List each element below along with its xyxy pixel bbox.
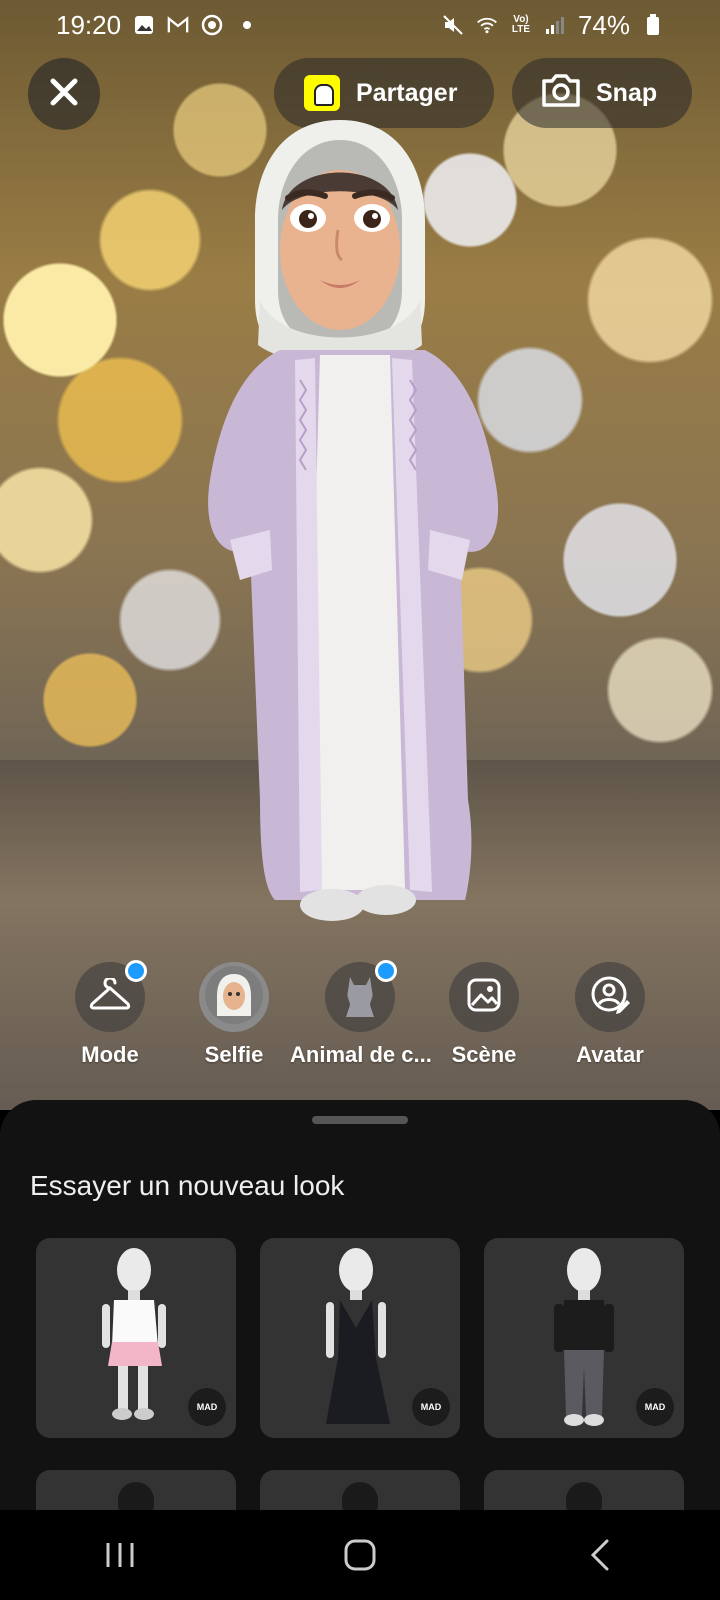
recent-apps-button[interactable]	[80, 1525, 160, 1585]
avatar-edit-icon	[589, 974, 631, 1021]
back-button[interactable]	[560, 1525, 640, 1585]
feature-avatar[interactable]: Avatar	[540, 962, 680, 1068]
pet-icon	[340, 971, 380, 1024]
feature-scene[interactable]: Scène	[414, 962, 554, 1068]
home-icon	[344, 1539, 376, 1571]
avatar-edit-button[interactable]	[575, 962, 645, 1032]
feature-selfie[interactable]: Selfie	[164, 962, 304, 1068]
close-button[interactable]	[28, 58, 100, 130]
feature-label: Mode	[81, 1042, 139, 1067]
close-icon	[47, 75, 81, 114]
mode-button[interactable]	[75, 960, 147, 1032]
outfit-card[interactable]	[484, 1470, 684, 1510]
status-bar: 19:20 Vo) LTE 74%	[0, 0, 720, 50]
sheet-title: Essayer un nouveau look	[30, 1170, 345, 1201]
battery-percent: 74%	[577, 9, 630, 40]
outfit-card[interactable]: MAD	[36, 1238, 236, 1438]
volte-icon: Vo) LTE	[511, 14, 531, 35]
snap-button[interactable]: Snap	[512, 58, 692, 128]
mad-badge: MAD	[188, 1388, 226, 1426]
feature-label: Selfie	[204, 1042, 264, 1067]
outfit-card[interactable]: MAD	[260, 1238, 460, 1438]
pet-button[interactable]	[325, 960, 397, 1032]
feature-pet[interactable]: Animal de c...	[290, 960, 432, 1068]
new-badge	[125, 960, 147, 982]
sheet-drag-handle[interactable]	[312, 1116, 408, 1124]
outfit-card[interactable]	[260, 1470, 460, 1510]
chrome-icon	[201, 14, 223, 36]
home-button[interactable]	[320, 1525, 400, 1585]
feature-label: Scène	[451, 1042, 517, 1067]
bottom-sheet[interactable]: Essayer un nouveau look MAD MAD MAD	[0, 1100, 720, 1510]
hanger-icon	[88, 976, 132, 1017]
feature-mode[interactable]: Mode	[40, 960, 180, 1068]
selfie-icon	[205, 965, 263, 1029]
camera-icon	[540, 72, 582, 115]
system-nav-bar	[0, 1510, 720, 1600]
wifi-icon	[476, 14, 498, 36]
feature-label: Avatar	[576, 1042, 644, 1067]
battery-icon	[642, 14, 664, 36]
gallery-icon	[133, 14, 155, 36]
signal-icon	[544, 14, 566, 36]
scene-button[interactable]	[449, 962, 519, 1032]
feature-label: Animal de c...	[290, 1042, 432, 1067]
scene-icon	[466, 977, 502, 1018]
status-time: 19:20	[56, 9, 122, 40]
outfit-card[interactable]	[36, 1470, 236, 1510]
mute-icon	[442, 14, 464, 36]
gmail-icon	[167, 14, 189, 36]
back-icon	[590, 1539, 609, 1571]
new-badge	[375, 960, 397, 982]
mad-badge: MAD	[636, 1388, 674, 1426]
notification-dot	[243, 21, 252, 29]
mad-badge: MAD	[412, 1388, 450, 1426]
bitmoji-avatar[interactable]	[200, 100, 510, 940]
avatar-feature-row: Mode Selfie Animal de c... Scène Avatar	[0, 960, 720, 1072]
outfit-card[interactable]: MAD	[484, 1238, 684, 1438]
selfie-button[interactable]	[199, 962, 269, 1032]
recent-apps-icon	[106, 1543, 134, 1567]
snap-label: Snap	[596, 78, 658, 107]
